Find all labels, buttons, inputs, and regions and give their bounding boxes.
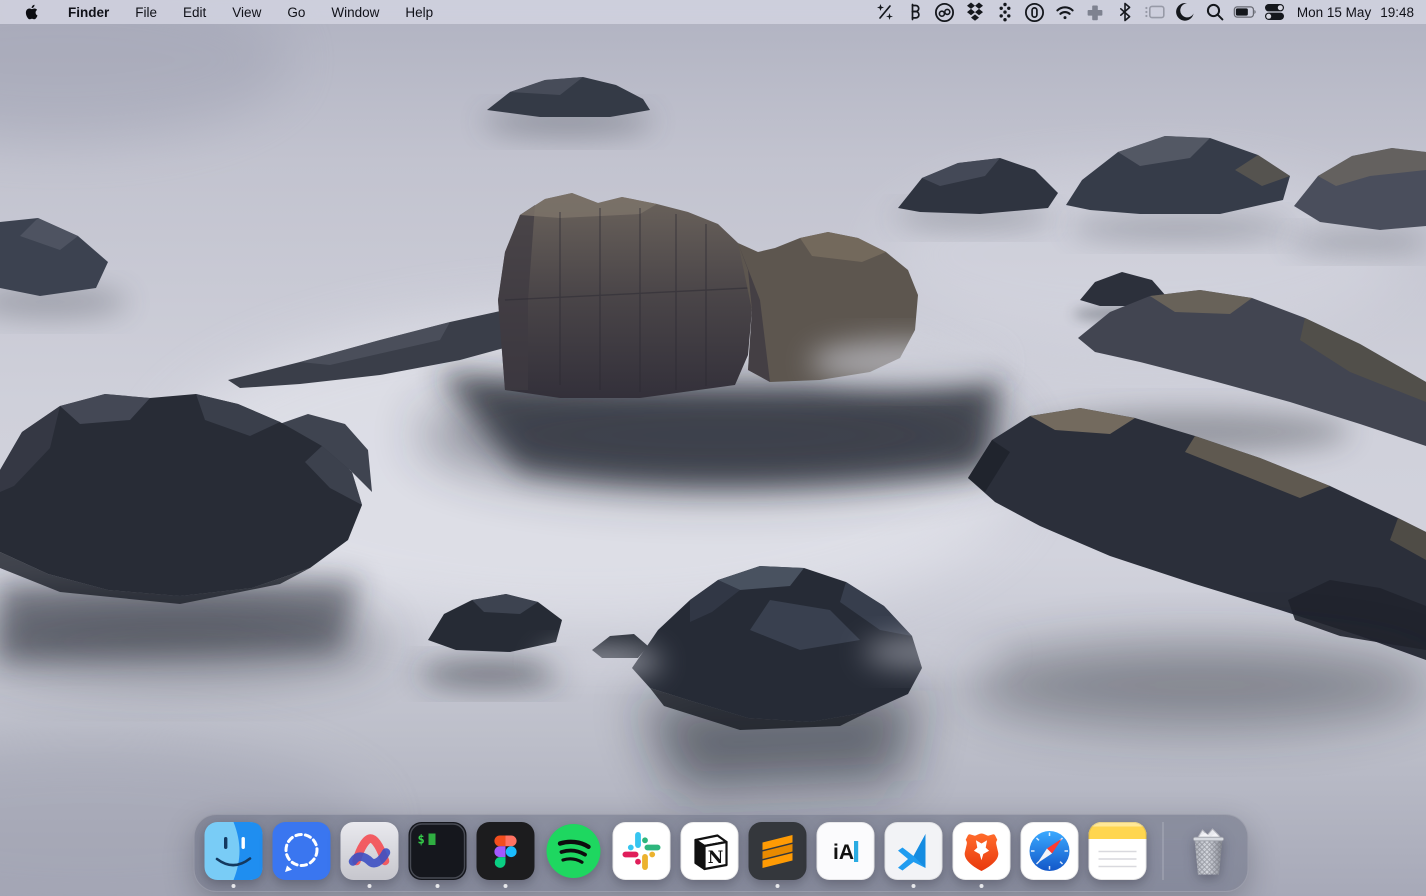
- dropbox-icon[interactable]: [963, 0, 987, 24]
- svg-text:iA: iA: [833, 841, 854, 864]
- dock: $: [194, 814, 1249, 892]
- running-indicator: [504, 884, 508, 888]
- notes-icon: [1089, 822, 1147, 880]
- menu-file[interactable]: File: [122, 5, 170, 20]
- sublime-text-icon: [749, 822, 807, 880]
- menu-window[interactable]: Window: [318, 5, 392, 20]
- dock-item-safari[interactable]: [1021, 822, 1079, 880]
- battery-icon[interactable]: [1233, 0, 1257, 24]
- running-indicator: [232, 884, 236, 888]
- focus-moon-icon[interactable]: [1173, 0, 1197, 24]
- desktop[interactable]: Finder File Edit View Go Window Help: [0, 0, 1426, 896]
- menu-finder[interactable]: Finder: [55, 5, 122, 20]
- running-indicator: [980, 884, 984, 888]
- menu-help[interactable]: Help: [392, 5, 446, 20]
- wallpaper-image: [0, 0, 1426, 896]
- wifi-icon[interactable]: [1053, 0, 1077, 24]
- terminal-icon: $: [409, 822, 467, 880]
- menubar-clock[interactable]: Mon 15 May 19:48: [1297, 5, 1414, 20]
- dock-item-spotify[interactable]: [545, 822, 603, 880]
- dock-item-brave[interactable]: [953, 822, 1011, 880]
- brave-icon: [953, 822, 1011, 880]
- menu-edit[interactable]: Edit: [170, 5, 219, 20]
- running-indicator: [368, 884, 372, 888]
- apple-menu[interactable]: [18, 2, 47, 22]
- health-plus-icon[interactable]: [1083, 0, 1107, 24]
- dock-item-signal[interactable]: [273, 822, 331, 880]
- vscode-icon: [885, 822, 943, 880]
- finder-icon: [205, 822, 263, 880]
- dock-item-sublime-text[interactable]: [749, 822, 807, 880]
- spotify-icon: [545, 822, 603, 880]
- dock-item-arc[interactable]: [341, 822, 399, 880]
- dock-separator: [1163, 822, 1164, 880]
- dock-item-figma[interactable]: [477, 822, 535, 880]
- creative-cloud-icon[interactable]: [933, 0, 957, 24]
- notion-icon: N: [681, 822, 739, 880]
- clock-time: 19:48: [1380, 5, 1414, 20]
- figma-icon: [477, 822, 535, 880]
- sidebar-window-icon[interactable]: [1143, 0, 1167, 24]
- dock-item-slack[interactable]: [613, 822, 671, 880]
- dots-cluster-icon[interactable]: [993, 0, 1017, 24]
- running-indicator: [776, 884, 780, 888]
- bluetooth-icon[interactable]: [1113, 0, 1137, 24]
- menu-go[interactable]: Go: [274, 5, 318, 20]
- dock-item-trash[interactable]: [1180, 822, 1238, 880]
- safari-icon: [1021, 822, 1079, 880]
- dock-item-notes[interactable]: [1089, 822, 1147, 880]
- dock-item-notion[interactable]: N: [681, 822, 739, 880]
- sparkles-slash-icon[interactable]: [873, 0, 897, 24]
- dock-item-vscode[interactable]: [885, 822, 943, 880]
- dock-item-ia-writer[interactable]: iA: [817, 822, 875, 880]
- arc-icon: [341, 822, 399, 880]
- trash-full-icon: [1180, 822, 1238, 880]
- one-password-icon[interactable]: [1023, 0, 1047, 24]
- menu-bar: Finder File Edit View Go Window Help: [0, 0, 1426, 24]
- signal-icon: [273, 822, 331, 880]
- clock-date: Mon 15 May: [1297, 5, 1371, 20]
- svg-text:N: N: [708, 848, 724, 868]
- dock-item-finder[interactable]: [205, 822, 263, 880]
- apple-icon: [24, 2, 41, 22]
- ia-writer-icon: iA: [817, 822, 875, 880]
- control-center-icon[interactable]: [1263, 0, 1287, 24]
- svg-text:$: $: [418, 833, 425, 847]
- running-indicator: [436, 884, 440, 888]
- slack-icon: [613, 822, 671, 880]
- dock-item-terminal[interactable]: $: [409, 822, 467, 880]
- spotlight-search-icon[interactable]: [1203, 0, 1227, 24]
- running-indicator: [912, 884, 916, 888]
- menu-view[interactable]: View: [219, 5, 274, 20]
- key-glyph-icon[interactable]: [903, 0, 927, 24]
